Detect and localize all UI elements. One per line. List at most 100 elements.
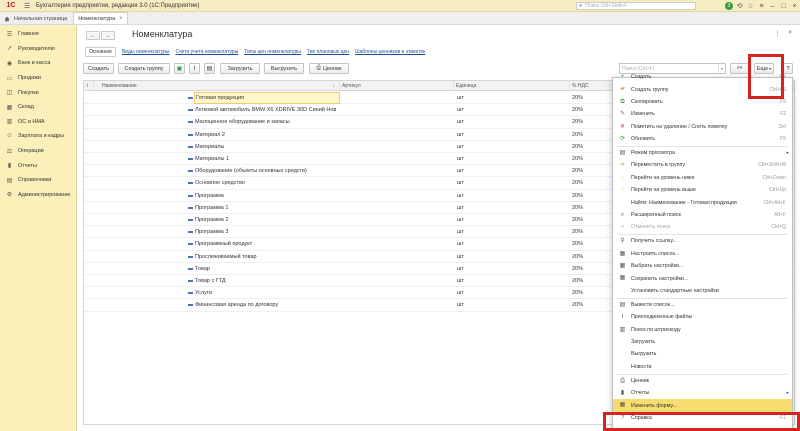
back-button[interactable]: ← (86, 31, 100, 40)
attachment-column-icon: ⌇ (84, 81, 94, 91)
favorites-icon[interactable]: ☆ (745, 2, 756, 10)
nav-link-2[interactable]: Счета учета номенклатуры (175, 49, 238, 55)
refresh-icon: ⟳ (619, 136, 626, 142)
column-unit[interactable]: Единица (454, 81, 570, 91)
create-button[interactable]: Создать (83, 63, 114, 74)
menu-item-15[interactable]: ▦ Выбрать настройки... (613, 260, 792, 272)
warehouse-icon: ▦ (6, 104, 13, 111)
gear-icon: ⚙ (6, 192, 13, 199)
menu-item-26[interactable]: ▦ Изменить форму... (613, 399, 792, 412)
menu-item-10[interactable]: Найти: Наименование - Готовая продукция C… (613, 197, 792, 209)
close-tab-icon[interactable]: × (119, 16, 123, 22)
sidebar-item-10[interactable]: ▤ Справочники (0, 173, 76, 188)
nav-link-4[interactable]: Тип плановых цен (307, 49, 349, 55)
cell-name: Товар (195, 265, 210, 272)
menu-more-icon[interactable]: ≡ (756, 3, 767, 10)
attach-button[interactable]: ⌇ (189, 63, 200, 74)
sidebar-item-label: Отчеты (18, 162, 38, 169)
menu-item-17[interactable]: Установить стандартные настройки (613, 285, 792, 297)
sidebar-item-label: Зарплата и кадры (18, 133, 65, 140)
menu-item-8[interactable]: ↓ Перейти на уровень ниже Ctrl+Down (613, 172, 792, 184)
hamburger-icon[interactable]: ☰ (22, 0, 32, 12)
create-group-button[interactable]: Создать группу (118, 63, 170, 74)
sidebar-item-1[interactable]: ↗ Руководителю (0, 42, 76, 57)
forward-button[interactable]: → (101, 31, 115, 40)
sidebar-item-11[interactable]: ⚙ Администрирование (0, 188, 76, 203)
menu-item-18[interactable]: ▤ Вывести список... (613, 299, 792, 311)
column-article[interactable]: Артикул (340, 81, 454, 91)
cell-unit: шт (457, 107, 464, 114)
column-name-label: Наименование (102, 83, 137, 89)
maximize-icon[interactable]: □ (778, 3, 789, 10)
menu-item-16[interactable]: ▦ Сохранить настройки... (613, 272, 792, 284)
cell-unit: шт (457, 119, 464, 126)
sidebar-item-8[interactable]: ⚖ Операции (0, 144, 76, 159)
menu-item-14[interactable]: ▦ Настроить список... (613, 248, 792, 260)
menu-item-21[interactable]: Загрузить (613, 336, 792, 348)
global-search-input[interactable]: ⌕ Поиск Ctrl+Shift+F (576, 2, 696, 10)
nav-link-3[interactable]: Типы цен номенклатуры (244, 49, 301, 55)
sidebar-item-3[interactable]: ▭ Продажи (0, 71, 76, 86)
menu-item-label: Вывести список... (631, 301, 675, 308)
nav-link-1[interactable]: Виды номенклатуры (122, 49, 170, 55)
menu-item-label: Поиск по штрихкоду (631, 326, 681, 333)
menu-item-19[interactable]: ⌇ Присоединенные файлы (613, 311, 792, 323)
notifications-count: 3 (725, 2, 733, 10)
menu-item-13[interactable]: ⚲ Получить ссылку... (613, 235, 792, 247)
tab-home[interactable]: Начальная страница (0, 13, 73, 24)
sidebar-item-6[interactable]: ▥ ОС и НМА (0, 115, 76, 130)
sidebar-item-5[interactable]: ▦ Склад (0, 100, 76, 115)
sidebar-item-9[interactable]: ▮ Отчеты (0, 158, 76, 173)
menu-item-25[interactable]: ▮ Отчеты ▸ (613, 387, 792, 399)
add-copy-button[interactable]: ▣ (174, 63, 185, 74)
sidebar-item-label: Операции (18, 148, 44, 155)
menu-item-5[interactable]: ⟳ Обновить F5 (613, 133, 792, 145)
cell-name: Оборудование (объекты основных средств) (195, 168, 307, 175)
item-icon (188, 255, 193, 258)
menu-item-label: Режим просмотра (631, 150, 675, 157)
notifications-icon[interactable]: 3 (723, 2, 734, 10)
form-more-icon[interactable]: ⋮ (774, 30, 780, 37)
menu-item-24[interactable]: ⎙ Ценник (613, 375, 792, 387)
menu-item-label: Изменить форму... (631, 402, 677, 409)
nav-link-5[interactable]: Шаблоны ценников и этикеток (355, 49, 425, 55)
cell-name: Программа 1 (195, 204, 229, 211)
menu-item-6[interactable]: ▤ Режим просмотра ▸ (613, 147, 792, 159)
sidebar-item-0[interactable]: ☰ Главное (0, 27, 76, 42)
form-close-icon[interactable]: × (788, 30, 792, 37)
menu-item-7[interactable]: ➔ Переместить в группу Ctrl+Shift+M (613, 159, 792, 171)
close-window-icon[interactable]: × (789, 3, 800, 10)
menu-item-4[interactable]: ✕ Пометить на удаление / Снять пометку Del (613, 121, 792, 133)
search-icon: ⌕ (579, 2, 583, 9)
history-icon[interactable]: ⟲ (734, 2, 745, 10)
chevron-right-icon: ▸ (786, 390, 789, 397)
cell-vat: 20% (572, 143, 584, 150)
nav-link-0[interactable]: Основное (85, 47, 116, 57)
price-tag-button[interactable]: ⎙ Ценник (309, 63, 349, 74)
item-icon (188, 133, 193, 136)
title-bar: 1С ☰ Бухгалтерия предприятия, редакция 3… (0, 0, 800, 12)
paperclip-icon: ⌇ (193, 66, 196, 72)
sidebar-item-2[interactable]: ◉ Банк и касса (0, 56, 76, 71)
unload-button[interactable]: Выгрузить (264, 63, 304, 74)
item-icon (188, 231, 193, 234)
menu-item-11[interactable]: ⌕ Расширенный поиск Alt+F (613, 209, 792, 221)
tab-nomenclature-label: Номенклатура (78, 15, 116, 22)
sidebar-item-4[interactable]: ◫ Покупки (0, 85, 76, 100)
sidebar-item-label: Продажи (18, 75, 41, 82)
sidebar-item-7[interactable]: ☺ Зарплата и кадры (0, 129, 76, 144)
column-name[interactable]: Наименование ↓ (94, 81, 340, 91)
menu-item-3[interactable]: ✎ Изменить F2 (613, 108, 792, 120)
item-icon (188, 219, 193, 221)
menu-item-label: Новости (631, 363, 652, 370)
print-list-button[interactable]: ▤ (204, 63, 215, 74)
load-button[interactable]: Загрузить (220, 63, 260, 74)
cell-vat: 20% (572, 180, 584, 187)
minimize-icon[interactable]: – (767, 3, 778, 10)
tab-nomenclature[interactable]: Номенклатура × (73, 12, 128, 24)
menu-item-9[interactable]: ↑ Перейти на уровень выше Ctrl+Up (613, 184, 792, 196)
menu-item-20[interactable]: ▥ Поиск по штрихкоду (613, 324, 792, 336)
menu-item-22[interactable]: Выгрузить (613, 348, 792, 360)
tab-bar: Начальная страница Номенклатура × (0, 12, 800, 25)
menu-item-23[interactable]: Новости (613, 361, 792, 373)
